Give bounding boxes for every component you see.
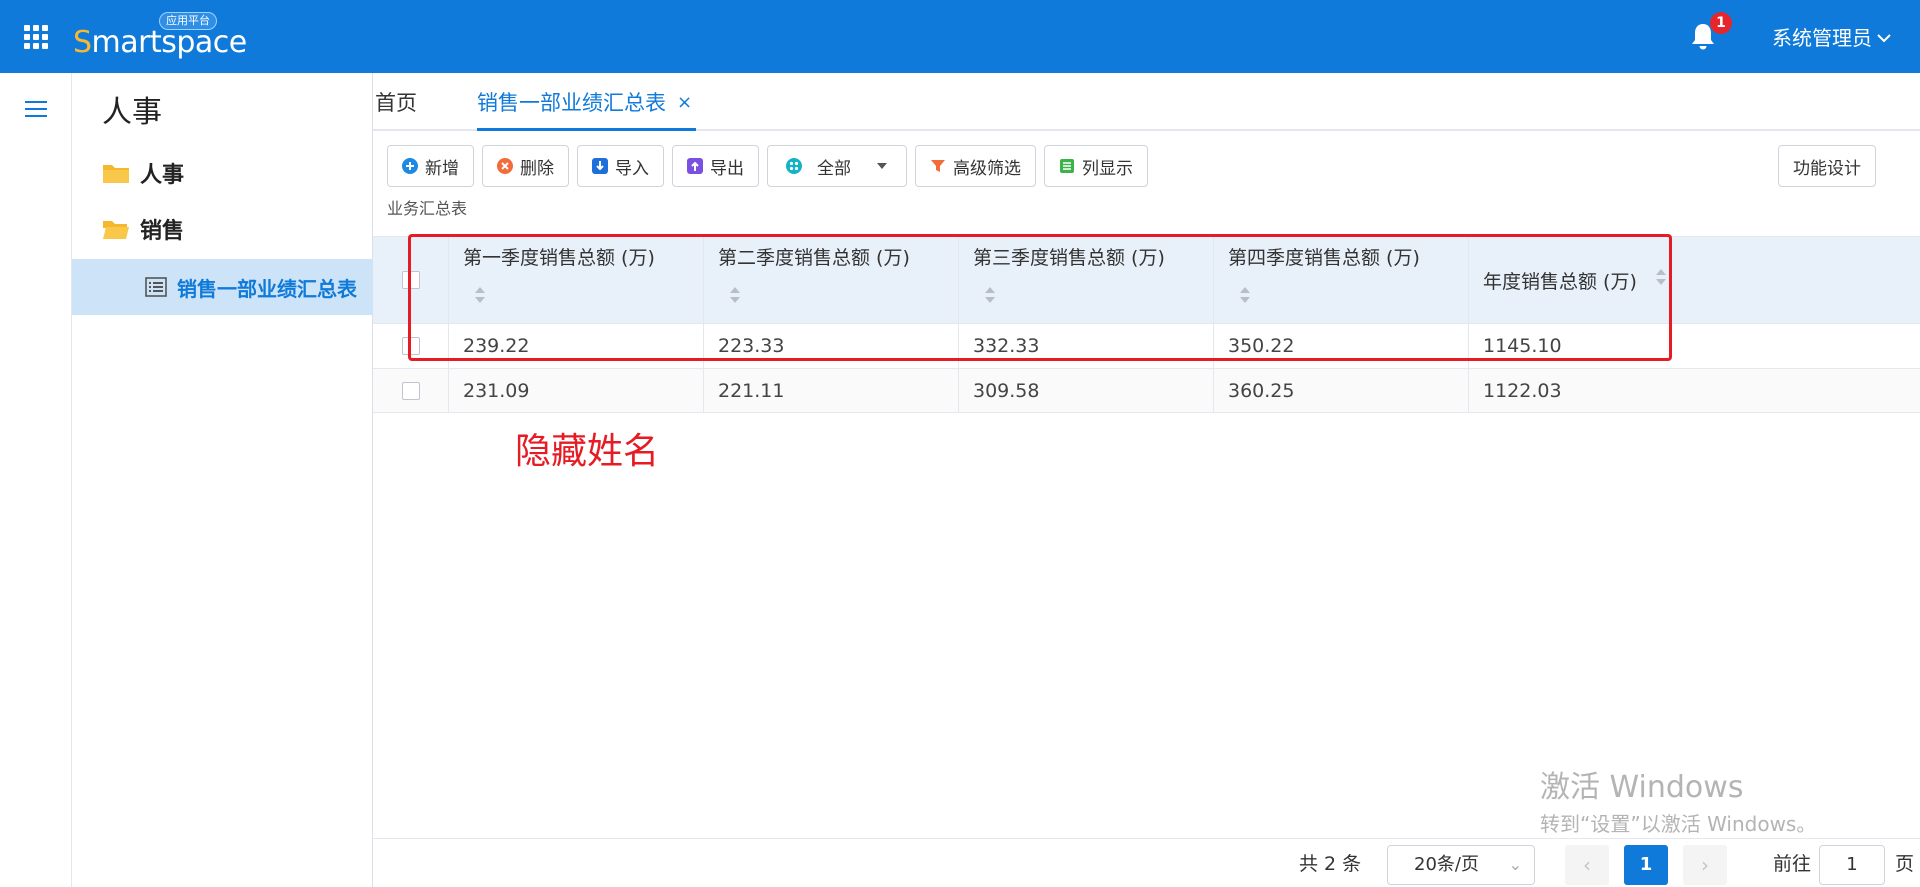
tab-active-indicator (477, 128, 696, 131)
table-row[interactable]: 231.09 221.11 309.58 360.25 1122.03 (373, 368, 1920, 413)
table-cell: 332.33 (959, 324, 1214, 368)
column-header-annual[interactable]: 年度销售总额 (万) (1469, 237, 1769, 323)
list-icon (145, 277, 167, 297)
tab-sales-summary[interactable]: 销售一部业绩汇总表 (477, 87, 666, 119)
table-cell: 1145.10 (1483, 335, 1562, 357)
watermark-subtitle: 转到“设置”以激活 Windows。 (1540, 812, 1817, 836)
chevron-down-icon (1877, 34, 1891, 43)
sidebar-item-hr[interactable]: 人事 (102, 153, 184, 193)
column-header-q1[interactable]: 第一季度销售总额 (万) (449, 237, 704, 323)
tab-bar: 首页 销售一部业绩汇总表 × (373, 73, 1920, 131)
scope-dropdown[interactable]: 全部 (767, 145, 907, 187)
sidebar: 人事 人事 销售 销售一部业绩汇总表 (72, 73, 373, 887)
pagination-bar: 共 2 条 20条/页 ⌄ ‹ 1 › 前往 1 页 (373, 838, 1920, 887)
caret-down-icon (877, 163, 887, 169)
main-content: 首页 销售一部业绩汇总表 × 新增 删除 导入 导出 全部 高级筛选 列显示 功… (373, 73, 1920, 887)
table-cell: 1122.03 (1483, 379, 1562, 402)
notification-badge: 1 (1710, 12, 1732, 34)
prev-page-button[interactable]: ‹ (1565, 845, 1609, 885)
page-size-select[interactable]: 20条/页 ⌄ (1387, 845, 1535, 885)
table-cell: 231.09 (449, 369, 704, 412)
plus-circle-icon (402, 158, 418, 174)
delete-button[interactable]: 删除 (482, 145, 569, 187)
pagination-total: 共 2 条 (1299, 853, 1362, 875)
top-bar: Smartspace 应用平台 1 系统管理员 (0, 0, 1920, 73)
app-grid-icon[interactable] (24, 25, 48, 49)
table-cell: 360.25 (1214, 369, 1469, 412)
column-header-q3[interactable]: 第三季度销售总额 (万) (959, 237, 1214, 323)
close-icon[interactable]: × (677, 89, 692, 117)
advanced-filter-button[interactable]: 高级筛选 (915, 145, 1036, 187)
import-icon (592, 158, 608, 174)
logo-tag: 应用平台 (159, 12, 217, 30)
columns-icon (1060, 159, 1074, 173)
export-button[interactable]: 导出 (672, 145, 759, 187)
select-all-cell (373, 237, 449, 323)
goto-label: 前往 (1773, 853, 1812, 875)
windows-activation-watermark: 激活 Windows 转到“设置”以激活 Windows。 (1540, 770, 1816, 838)
table-cell: 223.33 (704, 324, 959, 368)
sidebar-item-label: 销售一部业绩汇总表 (177, 276, 357, 301)
next-page-button[interactable]: › (1683, 845, 1727, 885)
design-button[interactable]: 功能设计 (1778, 145, 1876, 187)
row-checkbox[interactable] (401, 381, 420, 400)
sort-icon[interactable] (983, 285, 997, 305)
table-row[interactable]: 239.22 223.33 332.33 350.22 1145.10 (373, 323, 1920, 368)
page-number-current[interactable]: 1 (1624, 845, 1668, 885)
import-button[interactable]: 导入 (577, 145, 664, 187)
filter-icon (931, 160, 945, 172)
row-checkbox[interactable] (401, 337, 420, 355)
folder-open-icon (103, 221, 129, 239)
left-rail (0, 73, 72, 887)
chevron-down-icon: ⌄ (1508, 855, 1522, 874)
table-cell: 221.11 (704, 369, 959, 412)
toolbar: 新增 删除 导入 导出 全部 高级筛选 列显示 (387, 145, 1148, 187)
add-button[interactable]: 新增 (387, 145, 474, 187)
export-icon (687, 158, 703, 174)
table-cell: 239.22 (449, 324, 704, 368)
table-header-row: 第一季度销售总额 (万) 第二季度销售总额 (万) 第三季度销售总额 (万) 第… (373, 236, 1920, 323)
user-menu[interactable]: 系统管理员 (1772, 24, 1892, 52)
row-checkbox-cell (373, 369, 449, 412)
sidebar-item-label: 销售 (140, 219, 185, 244)
column-header-q2[interactable]: 第二季度销售总额 (万) (704, 237, 959, 323)
sidebar-item-sales[interactable]: 销售 (102, 209, 184, 249)
sidebar-item-sales-summary[interactable]: 销售一部业绩汇总表 (72, 259, 373, 315)
table-cell: 350.22 (1214, 324, 1469, 368)
folder-icon (103, 165, 129, 183)
column-header-q4[interactable]: 第四季度销售总额 (万) (1214, 237, 1469, 323)
watermark-title: 激活 Windows (1540, 770, 1744, 805)
page-suffix-label: 页 (1895, 853, 1915, 875)
sidebar-title: 人事 (102, 95, 162, 130)
sort-icon[interactable] (728, 285, 742, 305)
row-checkbox-cell (373, 324, 449, 368)
table-cell: 309.58 (959, 369, 1214, 412)
menu-toggle-icon[interactable] (25, 101, 47, 117)
select-all-checkbox[interactable] (401, 271, 420, 289)
sidebar-item-label: 人事 (140, 163, 185, 188)
apps-icon (786, 158, 802, 174)
sort-icon[interactable] (1654, 267, 1668, 287)
annotation-text: 隐藏姓名 (515, 431, 660, 472)
tab-home[interactable]: 首页 (375, 87, 417, 119)
goto-page-input[interactable]: 1 (1819, 845, 1885, 885)
column-display-button[interactable]: 列显示 (1044, 145, 1148, 187)
sort-icon[interactable] (1238, 285, 1252, 305)
user-name: 系统管理员 (1772, 26, 1872, 50)
table-caption: 业务汇总表 (387, 199, 468, 218)
sort-icon[interactable] (473, 285, 487, 305)
logo[interactable]: Smartspace (73, 26, 247, 60)
close-circle-icon (497, 158, 513, 174)
data-table: 第一季度销售总额 (万) 第二季度销售总额 (万) 第三季度销售总额 (万) 第… (373, 236, 1920, 413)
